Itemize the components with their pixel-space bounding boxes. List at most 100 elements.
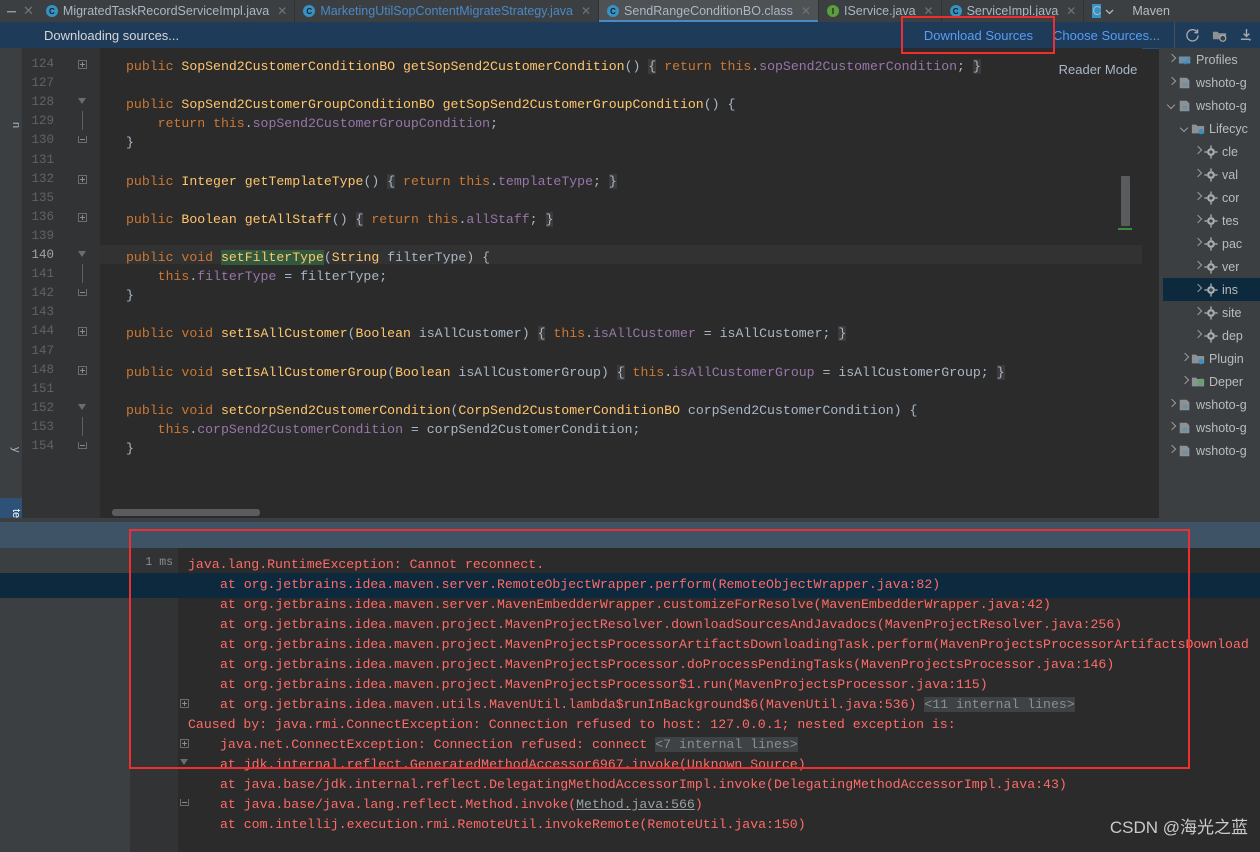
maven-tree-item-13[interactable]: Plugin bbox=[1163, 347, 1260, 370]
fold-arrow-icon[interactable] bbox=[78, 98, 89, 109]
build-tree-row[interactable] bbox=[0, 548, 130, 573]
left-strip-item-1[interactable]: y bbox=[0, 440, 22, 459]
fold-end-icon[interactable] bbox=[78, 289, 89, 300]
console-line[interactable]: at jdk.internal.reflect.GeneratedMethodA… bbox=[220, 755, 806, 775]
build-tree-panel[interactable] bbox=[0, 548, 130, 852]
close-icon[interactable]: ✕ bbox=[1066, 4, 1076, 18]
code-line[interactable]: public Integer getTemplateType() { retur… bbox=[126, 172, 617, 191]
maven-tree-item-3[interactable]: Lifecyc bbox=[1163, 117, 1260, 140]
maven-tree-item-0[interactable]: Profiles bbox=[1163, 48, 1260, 71]
code-line[interactable]: public Boolean getAllStaff() { return th… bbox=[126, 210, 554, 229]
code-line[interactable]: public SopSend2CustomerGroupConditionBO … bbox=[126, 95, 735, 114]
maven-tool-window[interactable]: Profiles m wshoto-g m wshoto-g Lifecyc cle val c… bbox=[1163, 48, 1260, 518]
close-icon[interactable]: ✕ bbox=[581, 4, 591, 18]
code-line[interactable]: } bbox=[126, 286, 134, 305]
code-line[interactable]: return this.sopSend2CustomerGroupConditi… bbox=[126, 114, 498, 133]
chevron-right-icon[interactable] bbox=[1167, 77, 1178, 88]
fold-end-icon[interactable] bbox=[78, 442, 89, 453]
code-line[interactable]: public void setCorpSend2CustomerConditio… bbox=[126, 401, 917, 420]
maven-tree-item-6[interactable]: cor bbox=[1163, 186, 1260, 209]
maven-tree-item-7[interactable]: tes bbox=[1163, 209, 1260, 232]
fold-plus-icon[interactable] bbox=[78, 212, 89, 224]
code-line[interactable]: public void setIsAllCustomerGroup(Boolea… bbox=[126, 363, 1005, 382]
console-line[interactable]: java.net.ConnectException: Connection re… bbox=[220, 735, 798, 755]
console-line[interactable]: java.lang.RuntimeException: Cannot recon… bbox=[188, 555, 544, 575]
code-editor[interactable]: 124 127 128 129 130 131 132 135 136 139 140 141 142 1… bbox=[22, 48, 1142, 518]
maven-tree-item-10[interactable]: ins bbox=[1163, 278, 1260, 301]
console-line[interactable]: at org.jetbrains.idea.maven.project.Mave… bbox=[220, 615, 1122, 635]
fold-arrow-icon[interactable] bbox=[78, 403, 89, 415]
add-maven-project-icon[interactable] bbox=[1212, 28, 1227, 43]
code-line[interactable]: public void setFilterType(String filterT… bbox=[126, 248, 490, 267]
code-line[interactable]: this.corpSend2CustomerCondition = corpSe… bbox=[126, 420, 641, 439]
console-line[interactable]: at org.jetbrains.idea.maven.project.Mave… bbox=[220, 675, 988, 695]
console-line[interactable]: at java.base/jdk.internal.reflect.Delega… bbox=[220, 775, 1067, 795]
fold-plus-icon[interactable] bbox=[78, 327, 89, 338]
code-token: getTemplateType bbox=[244, 173, 364, 189]
tab-bar-minimize-icon[interactable]: ✕ bbox=[0, 0, 38, 22]
maven-tree-item-1[interactable]: m wshoto-g bbox=[1163, 71, 1260, 94]
fold-plus-icon[interactable] bbox=[78, 174, 89, 186]
maven-tree-item-9[interactable]: ver bbox=[1163, 255, 1260, 278]
console-line[interactable]: at org.jetbrains.idea.maven.server.Remot… bbox=[220, 575, 940, 595]
build-tree-row-selected[interactable] bbox=[0, 573, 130, 598]
editor-tab-3[interactable]: I IService.java ✕ bbox=[819, 0, 942, 22]
editor-tab-1[interactable]: C MarketingUtilSopContentMigrateStrategy.… bbox=[295, 0, 600, 22]
console-line[interactable]: at org.jetbrains.idea.maven.server.Maven… bbox=[220, 595, 1051, 615]
fold-arrow-icon[interactable] bbox=[78, 251, 89, 262]
chevron-right-icon[interactable] bbox=[1167, 399, 1178, 410]
editor-tab-4[interactable]: C ServiceImpl.java ✕ bbox=[942, 0, 1085, 22]
editor-code-area[interactable]: public SopSend2CustomerConditionBO getSo… bbox=[100, 48, 1142, 518]
left-strip-item-0[interactable]: n bbox=[0, 116, 22, 135]
chevron-right-icon[interactable] bbox=[1167, 422, 1178, 433]
maven-tree-item-2[interactable]: m wshoto-g bbox=[1163, 94, 1260, 117]
maven-tree-item-8[interactable]: pac bbox=[1163, 232, 1260, 255]
download-sources-icon[interactable] bbox=[1239, 28, 1254, 43]
chevron-down-icon[interactable] bbox=[1167, 100, 1178, 111]
chevron-right-icon[interactable] bbox=[1180, 376, 1191, 387]
chevron-down-icon[interactable] bbox=[1180, 123, 1191, 134]
console-line[interactable]: at java.base/java.lang.reflect.Method.in… bbox=[220, 795, 703, 815]
editor-gutter[interactable]: 124 127 128 129 130 131 132 135 136 139 140 141 142 1… bbox=[22, 48, 100, 518]
fold-plus-icon[interactable] bbox=[78, 365, 89, 377]
fold-end-icon[interactable] bbox=[78, 136, 89, 147]
code-line[interactable]: public SopSend2CustomerConditionBO getSo… bbox=[126, 57, 981, 76]
chevron-right-icon[interactable] bbox=[1167, 445, 1178, 456]
choose-sources-link[interactable]: Choose Sources... bbox=[1053, 28, 1160, 43]
console-line[interactable]: at org.jetbrains.idea.maven.utils.MavenU… bbox=[220, 695, 1075, 715]
maven-tree-item-4[interactable]: cle bbox=[1163, 140, 1260, 163]
code-line[interactable]: public void setIsAllCustomer(Boolean isA… bbox=[126, 324, 847, 343]
download-sources-link[interactable]: Download Sources bbox=[924, 28, 1033, 43]
tool-window-tab-maven[interactable]: Maven bbox=[1122, 0, 1180, 22]
fold-plus-icon[interactable] bbox=[78, 60, 89, 71]
build-output-console[interactable]: 1 ms java.lang.RuntimeException: Cannot … bbox=[130, 548, 1260, 852]
console-line[interactable]: at org.jetbrains.idea.maven.project.Mave… bbox=[220, 635, 1249, 655]
close-icon[interactable]: ✕ bbox=[924, 4, 934, 18]
editor-horizontal-scrollbar[interactable] bbox=[112, 509, 260, 516]
chevron-right-icon[interactable] bbox=[1167, 54, 1178, 65]
code-line[interactable]: } bbox=[126, 133, 134, 152]
console-line[interactable]: Caused by: java.rmi.ConnectException: Co… bbox=[188, 715, 956, 735]
maven-tree-item-5[interactable]: val bbox=[1163, 163, 1260, 186]
chevron-right-icon[interactable] bbox=[1180, 353, 1191, 364]
maven-tree-item-17[interactable]: m wshoto-g bbox=[1163, 439, 1260, 462]
refresh-icon[interactable] bbox=[1185, 28, 1200, 43]
console-stacktrace-text[interactable]: java.lang.RuntimeException: Cannot recon… bbox=[178, 548, 1260, 852]
code-line[interactable]: this.filterType = filterType; bbox=[126, 267, 388, 286]
console-line[interactable]: at org.jetbrains.idea.maven.project.Mave… bbox=[220, 655, 1114, 675]
editor-vertical-scrollbar[interactable] bbox=[1121, 176, 1130, 226]
code-line[interactable]: } bbox=[126, 439, 134, 458]
tab-overflow-chevron-down-icon[interactable]: C bbox=[1084, 0, 1122, 22]
maven-tree-item-16[interactable]: m wshoto-g bbox=[1163, 416, 1260, 439]
reader-mode-label[interactable]: Reader Mode bbox=[1054, 58, 1142, 80]
maven-tree-item-12[interactable]: dep bbox=[1163, 324, 1260, 347]
close-icon[interactable]: ✕ bbox=[277, 4, 287, 18]
close-icon[interactable]: ✕ bbox=[801, 4, 811, 18]
maven-tree-item-11[interactable]: site bbox=[1163, 301, 1260, 324]
console-line[interactable]: at com.intellij.execution.rmi.RemoteUtil… bbox=[220, 815, 806, 835]
editor-tab-2[interactable]: C SendRangeConditionBO.class ✕ bbox=[599, 0, 819, 22]
editor-tab-0[interactable]: C MigratedTaskRecordServiceImpl.java ✕ bbox=[38, 0, 296, 22]
maven-tree-item-14[interactable]: Deper bbox=[1163, 370, 1260, 393]
maven-tree-item-15[interactable]: m wshoto-g bbox=[1163, 393, 1260, 416]
